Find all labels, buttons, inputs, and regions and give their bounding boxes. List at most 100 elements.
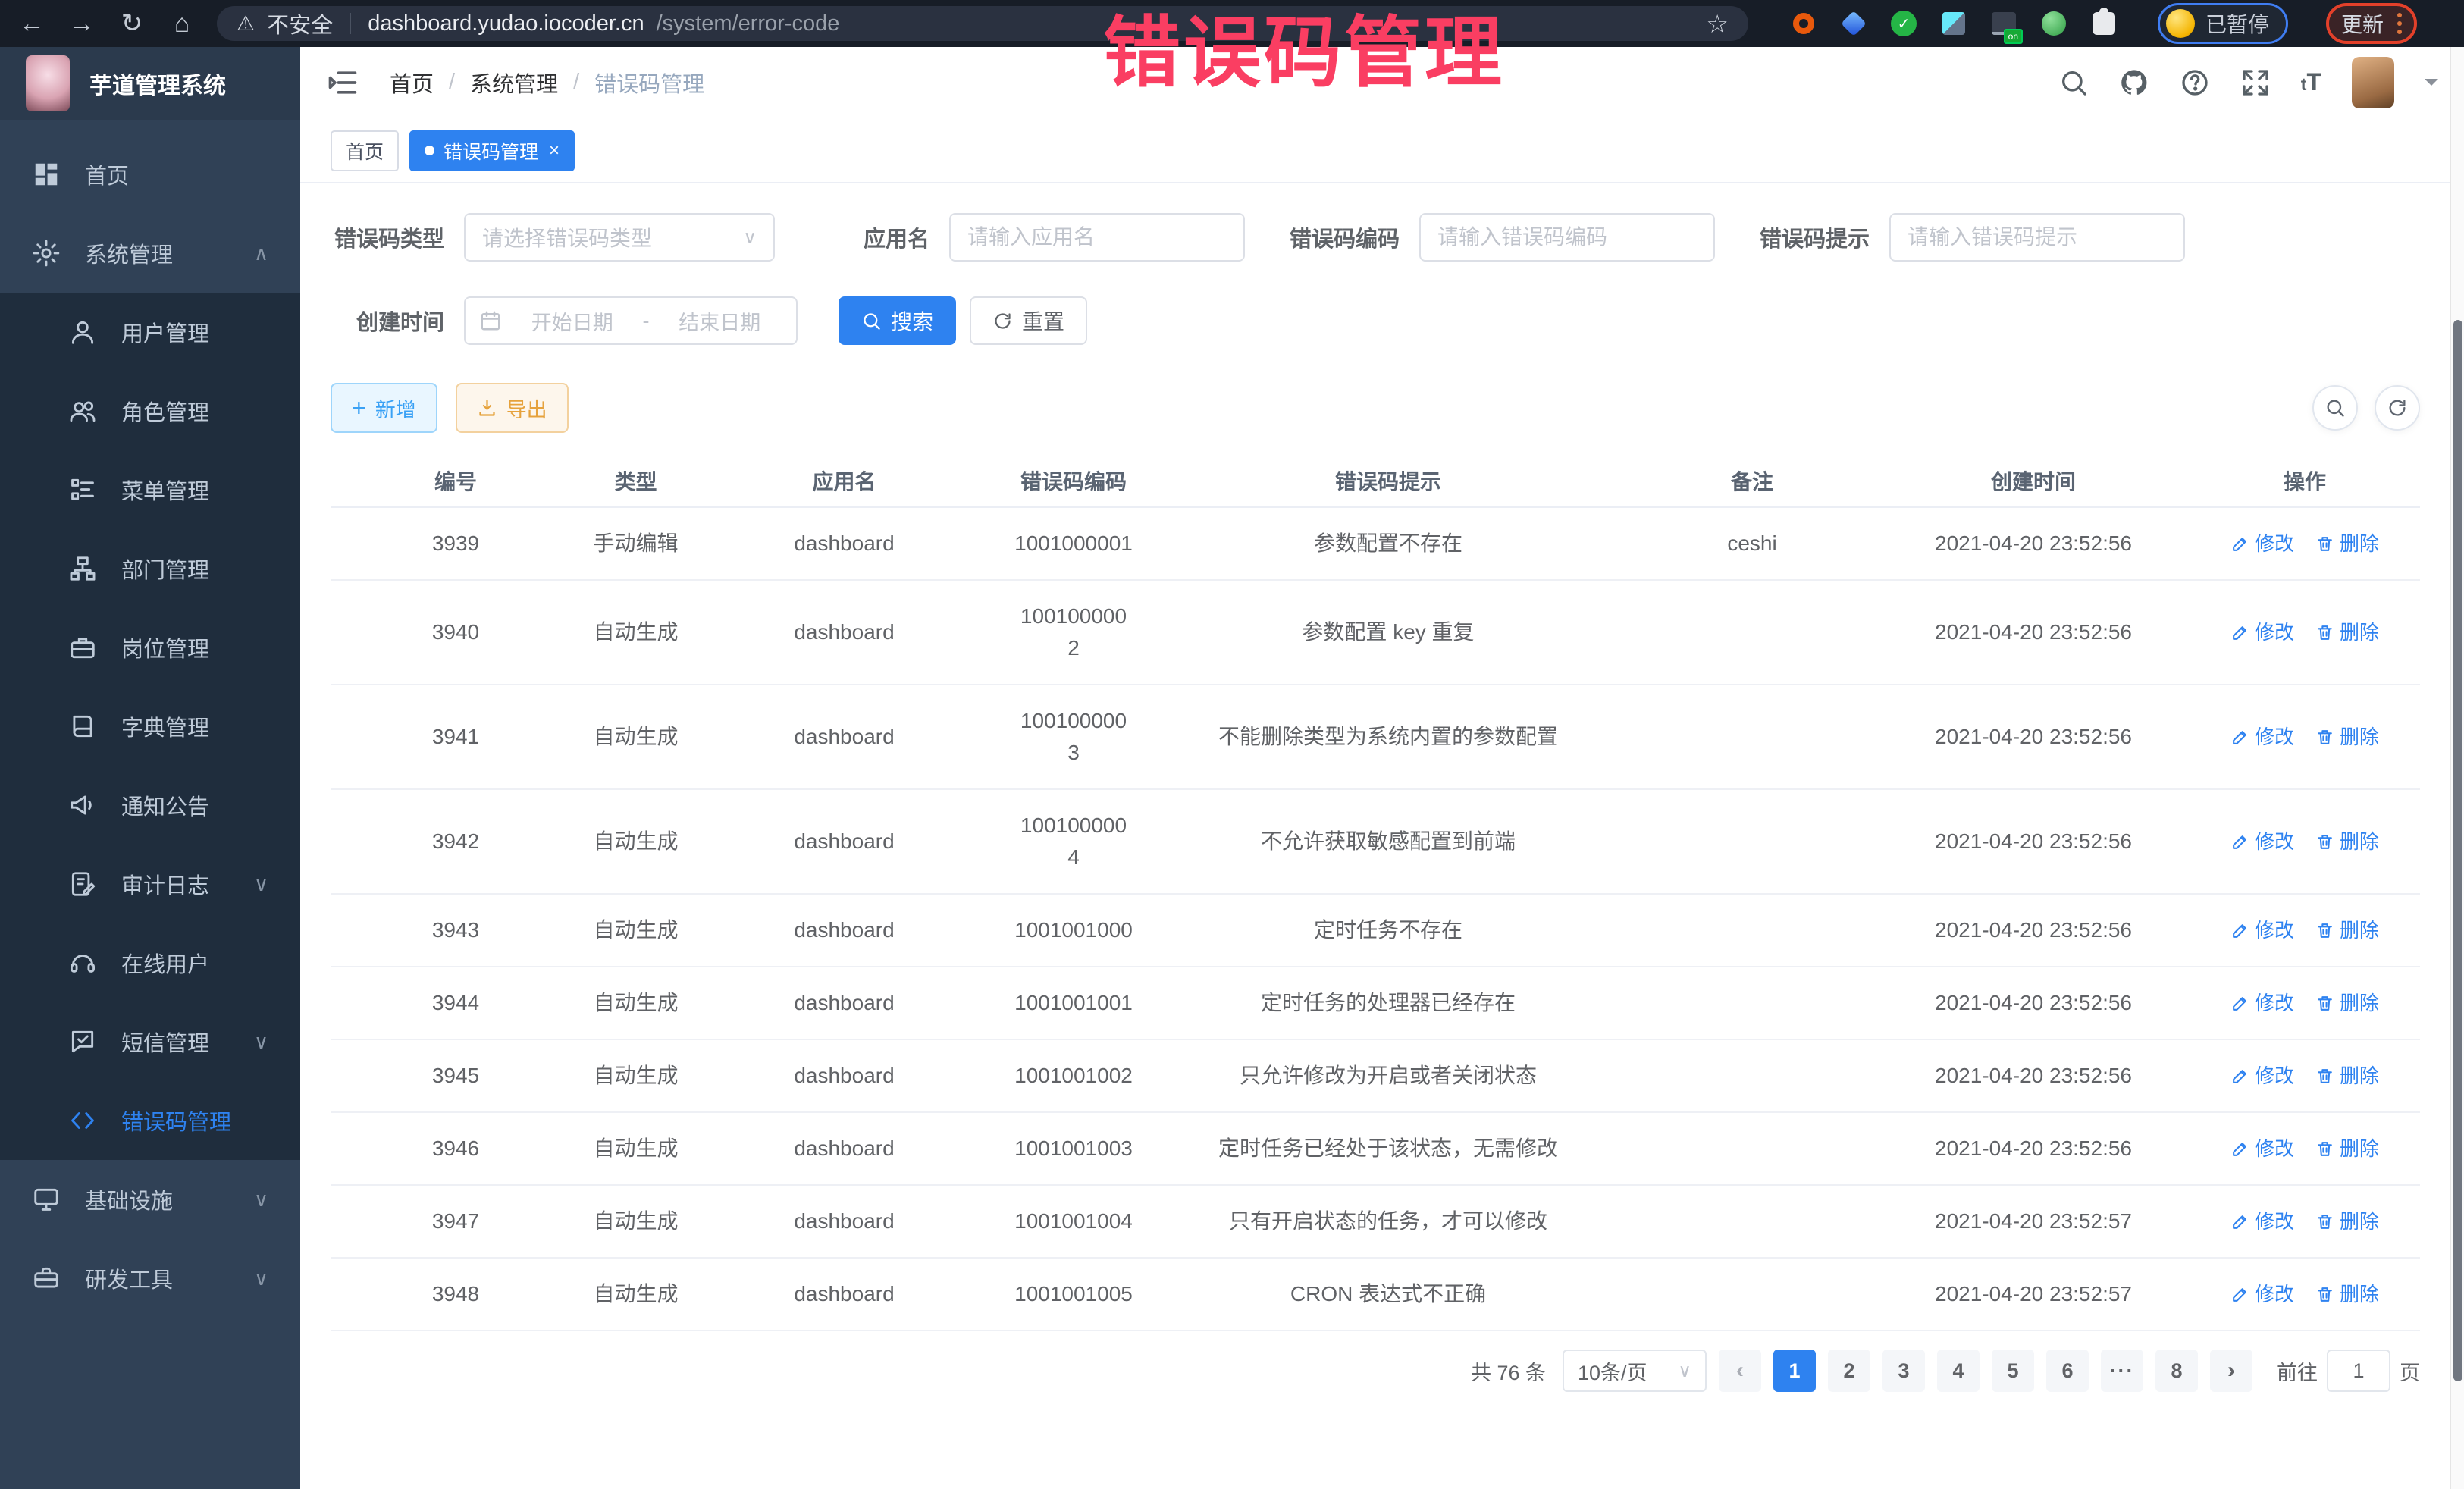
cell-code: 1001001000 xyxy=(998,894,1149,967)
delete-link[interactable]: 删除 xyxy=(2315,1280,2379,1309)
prev-page-button[interactable]: ‹ xyxy=(1719,1350,1761,1392)
sidebar-item-dev-tools[interactable]: 研发工具∨ xyxy=(0,1239,300,1318)
font-size-icon[interactable]: tT xyxy=(2301,68,2321,96)
browser-menu-icon[interactable] xyxy=(2397,13,2402,34)
search-icon[interactable] xyxy=(2058,67,2089,98)
page-button-8[interactable]: 8 xyxy=(2155,1350,2198,1392)
avatar-caret-icon[interactable] xyxy=(2425,79,2438,92)
sidebar-item-post-management[interactable]: 岗位管理 xyxy=(0,608,300,687)
delete-link[interactable]: 删除 xyxy=(2315,827,2379,857)
browser-update-chip[interactable]: 更新 xyxy=(2326,3,2417,44)
bookmark-star-icon[interactable]: ☆ xyxy=(1706,9,1729,39)
goto-page-input[interactable] xyxy=(2327,1350,2390,1392)
extension-cyan-squares-icon[interactable] xyxy=(1941,11,1967,36)
sidebar-item-notice-announcement[interactable]: 通知公告 xyxy=(0,766,300,845)
tag-error-code-management[interactable]: 错误码管理 × xyxy=(409,130,575,171)
page-size-select[interactable]: 10条/页 ∨ xyxy=(1563,1350,1707,1392)
app-logo-row[interactable]: 芋道管理系统 xyxy=(0,47,300,120)
page-scrollbar[interactable] xyxy=(2450,47,2464,1489)
chevron-down-icon: ∨ xyxy=(743,227,757,249)
reset-button[interactable]: 重置 xyxy=(970,296,1087,345)
sidebar-item-home[interactable]: 首页 xyxy=(0,135,300,214)
page-button-2[interactable]: 2 xyxy=(1828,1350,1870,1392)
sidebar-item-label: 部门管理 xyxy=(121,553,209,585)
page-button-6[interactable]: 6 xyxy=(2046,1350,2089,1392)
edit-link[interactable]: 修改 xyxy=(2230,1280,2294,1309)
search-button[interactable]: 搜索 xyxy=(839,296,956,345)
cell-create-time: 2021-04-20 23:52:56 xyxy=(1877,1112,2190,1185)
sidebar-item-infrastructure[interactable]: 基础设施∨ xyxy=(0,1160,300,1239)
profile-paused-chip[interactable]: 已暂停 xyxy=(2158,3,2288,44)
sidebar-item-error-code-management[interactable]: 错误码管理 xyxy=(0,1081,300,1160)
error-code-input[interactable] xyxy=(1419,213,1715,262)
delete-link[interactable]: 删除 xyxy=(2315,989,2379,1018)
delete-link[interactable]: 删除 xyxy=(2315,723,2379,752)
error-hint-input[interactable] xyxy=(1889,213,2185,262)
reload-icon[interactable]: ↻ xyxy=(117,8,147,39)
sidebar-item-dept-management[interactable]: 部门管理 xyxy=(0,529,300,608)
cell-id: 3942 xyxy=(331,789,581,894)
cell-message: 定时任务的处理器已经存在 xyxy=(1149,967,1627,1039)
chevron-down-icon: ∨ xyxy=(254,1030,268,1054)
edit-link[interactable]: 修改 xyxy=(2230,989,2294,1018)
extension-orange-ring-icon[interactable] xyxy=(1791,11,1817,36)
edit-link[interactable]: 修改 xyxy=(2230,723,2294,752)
extension-green-frog-icon[interactable] xyxy=(2041,11,2067,36)
sidebar-item-dict-management[interactable]: 字典管理 xyxy=(0,687,300,766)
sidebar-item-online-users[interactable]: 在线用户 xyxy=(0,923,300,1002)
edit-link[interactable]: 修改 xyxy=(2230,827,2294,857)
date-range-picker[interactable]: 开始日期 - 结束日期 xyxy=(464,296,798,345)
next-page-button[interactable]: › xyxy=(2210,1350,2252,1392)
sidebar-item-audit-log[interactable]: 审计日志∨ xyxy=(0,845,300,923)
cell-remark xyxy=(1627,1112,1877,1185)
page-button-5[interactable]: 5 xyxy=(1992,1350,2034,1392)
fullscreen-icon[interactable] xyxy=(2240,67,2271,98)
sidebar-item-sms-management[interactable]: 短信管理∨ xyxy=(0,1002,300,1081)
extension-blue-gem-icon[interactable] xyxy=(1841,11,1867,36)
tag-close-icon[interactable]: × xyxy=(549,140,560,161)
extension-list-icon[interactable]: on xyxy=(1991,11,2017,36)
sidebar-item-menu-management[interactable]: 菜单管理 xyxy=(0,450,300,529)
extension-puzzle-icon[interactable] xyxy=(2091,11,2117,36)
home-icon[interactable]: ⌂ xyxy=(167,9,197,39)
page-button-1[interactable]: 1 xyxy=(1773,1350,1816,1392)
sidebar-item-user-management[interactable]: 用户管理 xyxy=(0,293,300,371)
page-button-3[interactable]: 3 xyxy=(1882,1350,1925,1392)
hide-search-button[interactable] xyxy=(2312,385,2358,431)
edit-link[interactable]: 修改 xyxy=(2230,1134,2294,1164)
user-avatar[interactable] xyxy=(2352,57,2394,108)
pager-ellipsis[interactable]: ··· xyxy=(2101,1350,2143,1392)
hamburger-icon[interactable] xyxy=(326,66,359,99)
delete-link[interactable]: 删除 xyxy=(2315,529,2379,559)
edit-link[interactable]: 修改 xyxy=(2230,618,2294,647)
add-button[interactable]: + 新增 xyxy=(331,383,437,433)
filter-label: 错误码类型 xyxy=(331,221,444,253)
delete-link[interactable]: 删除 xyxy=(2315,1207,2379,1237)
address-bar[interactable]: ⚠ 不安全 dashboard.yudao.iocoder.cn/system/… xyxy=(217,6,1748,41)
extension-green-check-icon[interactable]: ✓ xyxy=(1891,11,1917,36)
error-type-select[interactable]: 请选择错误码类型 ∨ xyxy=(464,213,775,262)
sidebar-item-role-management[interactable]: 角色管理 xyxy=(0,371,300,450)
back-icon[interactable]: ← xyxy=(17,9,47,39)
tag-home[interactable]: 首页 xyxy=(331,130,399,171)
breadcrumb-system[interactable]: 系统管理 xyxy=(470,67,558,99)
edit-link[interactable]: 修改 xyxy=(2230,916,2294,945)
app-name-input[interactable] xyxy=(949,213,1245,262)
page-button-4[interactable]: 4 xyxy=(1937,1350,1980,1392)
delete-link[interactable]: 删除 xyxy=(2315,1061,2379,1091)
edit-link[interactable]: 修改 xyxy=(2230,529,2294,559)
github-icon[interactable] xyxy=(2119,67,2149,98)
sidebar-item-system-management[interactable]: 系统管理∧ xyxy=(0,214,300,293)
refresh-button[interactable] xyxy=(2375,385,2420,431)
help-icon[interactable] xyxy=(2180,67,2210,98)
edit-link[interactable]: 修改 xyxy=(2230,1061,2294,1091)
cell-message: CRON 表达式不正确 xyxy=(1149,1258,1627,1331)
scrollbar-thumb[interactable] xyxy=(2453,320,2462,1381)
forward-icon[interactable]: → xyxy=(67,9,97,39)
export-button[interactable]: 导出 xyxy=(456,383,569,433)
delete-link[interactable]: 删除 xyxy=(2315,1134,2379,1164)
edit-link[interactable]: 修改 xyxy=(2230,1207,2294,1237)
delete-link[interactable]: 删除 xyxy=(2315,618,2379,647)
delete-link[interactable]: 删除 xyxy=(2315,916,2379,945)
breadcrumb-home[interactable]: 首页 xyxy=(390,67,434,99)
